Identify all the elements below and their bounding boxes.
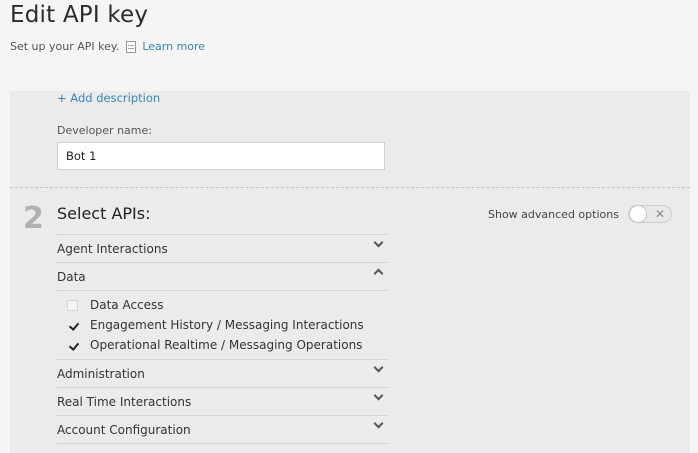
add-description-link[interactable]: + Add description — [57, 91, 160, 105]
select-apis-title: Select APIs: — [57, 204, 151, 223]
checkbox-label: Operational Realtime / Messaging Operati… — [90, 338, 363, 352]
chevron-down-icon[interactable] — [372, 391, 384, 403]
subtitle-text: Set up your API key. — [10, 40, 120, 53]
api-key-form-card: + Add description Developer name: 2 Sele… — [10, 91, 690, 453]
checkbox-label: Engagement History / Messaging Interacti… — [90, 318, 364, 332]
api-group-agent-interactions[interactable]: Agent Interactions — [57, 234, 388, 262]
api-group-label: Administration — [57, 366, 145, 381]
advanced-options-toggle[interactable]: ✕ — [628, 205, 672, 223]
list-bottom-border — [57, 443, 388, 444]
api-groups-list: Agent Interactions Data Data Access Enga… — [57, 234, 388, 444]
api-group-administration[interactable]: Administration — [57, 359, 388, 387]
api-group-data[interactable]: Data — [57, 262, 388, 290]
api-group-label: Account Configuration — [57, 422, 191, 437]
step-number: 2 — [23, 201, 44, 236]
checkbox-operational-realtime[interactable]: Operational Realtime / Messaging Operati… — [67, 335, 388, 355]
checkbox-checked[interactable] — [67, 340, 78, 351]
developer-name-label: Developer name: — [57, 124, 152, 137]
toggle-knob — [629, 205, 647, 223]
chevron-down-icon[interactable] — [372, 419, 384, 431]
api-group-label: Real Time Interactions — [57, 394, 192, 409]
data-api-options: Data Access Engagement History / Messagi… — [57, 290, 388, 359]
chevron-down-icon[interactable] — [372, 363, 384, 375]
close-icon: ✕ — [654, 207, 665, 221]
learn-more-link[interactable]: Learn more — [142, 40, 205, 53]
checkbox[interactable] — [67, 299, 78, 311]
document-icon — [126, 40, 137, 53]
api-group-account-configuration[interactable]: Account Configuration — [57, 415, 388, 443]
chevron-up-icon[interactable] — [372, 266, 384, 278]
api-group-label: Data — [57, 269, 86, 284]
checkbox-engagement-history[interactable]: Engagement History / Messaging Interacti… — [67, 315, 388, 335]
api-group-label: Agent Interactions — [57, 241, 168, 256]
section-divider — [10, 187, 690, 188]
checkbox-checked[interactable] — [67, 320, 78, 331]
checkbox-label: Data Access — [90, 298, 164, 312]
developer-name-input[interactable] — [57, 142, 385, 170]
page-subtitle: Set up your API key. Learn more — [10, 40, 205, 53]
checkbox-data-access[interactable]: Data Access — [67, 295, 388, 315]
page-title: Edit API key — [10, 2, 149, 28]
api-group-real-time-interactions[interactable]: Real Time Interactions — [57, 387, 388, 415]
chevron-down-icon[interactable] — [372, 238, 384, 250]
advanced-options-label: Show advanced options — [488, 208, 619, 221]
